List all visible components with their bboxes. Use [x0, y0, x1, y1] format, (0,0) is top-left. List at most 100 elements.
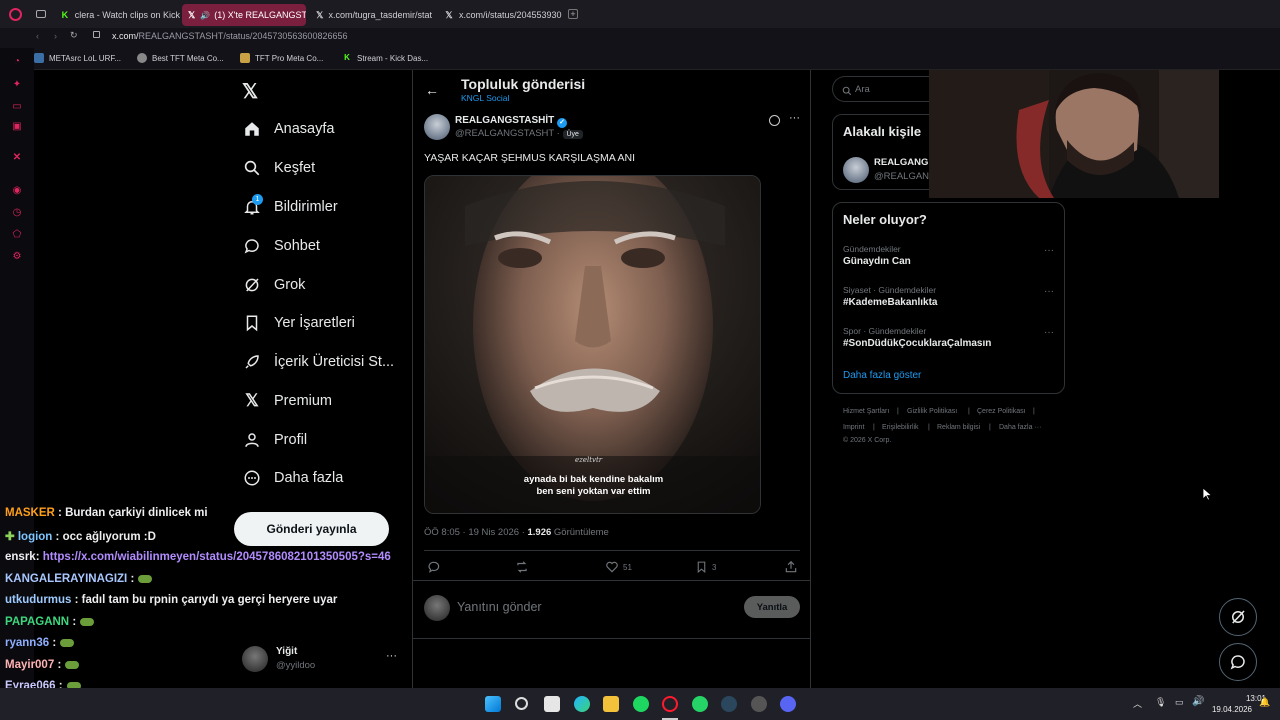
nav-bookmarks[interactable]: Yer İşaretleri [242, 310, 355, 336]
more-icon[interactable]: ··· [386, 650, 397, 662]
bookmark-metasrc[interactable]: METAsrc LoL URF... [34, 53, 121, 63]
x-logo-icon[interactable]: ✕ [11, 152, 23, 164]
x-logo-icon: 𝕏 [316, 10, 324, 20]
like-button[interactable]: 51 [605, 560, 632, 574]
bookmark-tft-meta[interactable]: Best TFT Meta Co... [137, 53, 224, 63]
taskbar: ︿ 🎙 ▭ 🔊 13:01 19.04.2026 🔔 [0, 688, 1280, 720]
search-icon[interactable] [515, 697, 528, 710]
tft-icon [137, 53, 147, 63]
widgets-icon[interactable] [544, 696, 560, 712]
author-avatar[interactable] [424, 114, 450, 140]
bookmark-icon [697, 561, 706, 574]
discord-icon[interactable] [780, 696, 796, 712]
tab-x-2[interactable]: 𝕏x.com/tugra_tasdemir/stat [310, 4, 432, 26]
member-badge: Üye [562, 130, 583, 139]
notification-badge: 1 [252, 194, 263, 205]
chevron-up-icon[interactable]: ︿ [1133, 697, 1142, 710]
nav-creator-studio[interactable]: İçerik Üreticisi St... [242, 349, 394, 375]
chat-message: utkudurmus : fadıl tam bu rpnin çarıydı … [5, 594, 338, 606]
tab-overview-icon[interactable] [36, 10, 46, 18]
settings-icon[interactable]: ⚙ [11, 251, 23, 263]
clock-date[interactable]: 19.04.2026 [1200, 705, 1252, 714]
mic-icon[interactable]: 🎙 [1155, 697, 1166, 708]
network-icon[interactable]: ▭ [1175, 697, 1184, 708]
emote-icon [138, 574, 153, 583]
sidebar-icon-3[interactable]: ▭ [11, 101, 23, 113]
nav-profile[interactable]: Profil [242, 427, 307, 453]
lock-icon [93, 31, 100, 38]
reply-button[interactable]: Yanıtla [744, 596, 800, 618]
forward-icon[interactable]: › [54, 31, 57, 41]
avatar [242, 646, 268, 672]
nav-grok[interactable]: Grok [242, 272, 305, 298]
related-title: Alakalı kişile [843, 124, 922, 139]
url-field[interactable]: x.com/REALGANGSTASHT/status/204573056360… [112, 31, 347, 41]
edge-icon[interactable] [574, 696, 590, 712]
history-icon[interactable]: ◷ [11, 207, 23, 219]
chat-link[interactable]: https://x.com/wiabilinmeyen/status/20457… [43, 551, 391, 563]
tab-kick[interactable]: Kclera - Watch clips on Kick [54, 4, 180, 26]
nav-home[interactable]: Anasayfa [242, 116, 334, 142]
repost-icon[interactable] [515, 560, 529, 579]
reply-input[interactable]: Yanıtını gönder [457, 600, 542, 614]
more-circle-icon [242, 468, 262, 488]
sidebar-icon-6[interactable]: ◉ [11, 185, 23, 197]
new-tab-button[interactable]: + [568, 9, 578, 19]
post-video[interactable]: ezeltvtr aynada bi bak kendine bakalım b… [424, 175, 761, 514]
sidebar-icon-4[interactable]: ▣ [11, 121, 23, 133]
bookmark-icon [242, 313, 262, 333]
windows-start-icon[interactable] [485, 696, 501, 712]
chat-message: KANGALERAYINAGIZI : [5, 573, 153, 585]
nav-premium[interactable]: 𝕏 Premium [242, 388, 332, 414]
reload-icon[interactable]: ↻ [70, 30, 78, 41]
reply-icon[interactable] [427, 560, 441, 579]
messages-floating-button[interactable] [1219, 643, 1257, 681]
nav-more[interactable]: Daha fazla [242, 465, 343, 491]
account-switcher[interactable]: Yiğit @yyildoo ··· [240, 642, 405, 676]
bookmark-button[interactable]: 3 [695, 560, 716, 574]
grok-floating-button[interactable] [1219, 598, 1257, 636]
more-icon[interactable]: ··· [1044, 245, 1054, 256]
grok-icon[interactable] [769, 115, 780, 126]
whatsapp-icon[interactable] [692, 696, 708, 712]
bookmark-kick[interactable]: K Stream - Kick Das... [342, 53, 428, 63]
opera-icon[interactable] [662, 696, 678, 712]
nav-chat[interactable]: Sohbet [242, 233, 320, 259]
nav-notifications[interactable]: 1 Bildirimler [242, 194, 338, 220]
file-explorer-icon[interactable] [603, 696, 619, 712]
search-box[interactable]: Ara [832, 76, 942, 102]
bookmark-tft-pro[interactable]: TFT Pro Meta Co... [240, 53, 323, 63]
emote-icon [65, 660, 80, 669]
chat-icon [1230, 655, 1245, 670]
notification-icon[interactable]: 🔔 [1259, 697, 1270, 708]
app-icon[interactable] [751, 696, 767, 712]
tab-x-active[interactable]: 𝕏 🔊 (1) X'te REALGANGSTA [182, 4, 306, 26]
video-caption-1: aynada bi bak kendine bakalım [523, 474, 664, 485]
share-icon[interactable] [784, 560, 798, 579]
person-icon [242, 430, 262, 450]
related-avatar[interactable] [843, 157, 869, 183]
author-name[interactable]: REALGANGSTASHİT ✓ [455, 115, 568, 128]
grok-icon [242, 275, 262, 295]
community-link[interactable]: KNGL Social [461, 93, 509, 103]
post-button[interactable]: Gönderi yayınla [234, 512, 389, 546]
audio-icon[interactable]: 🔊 [200, 11, 210, 20]
x-logo-icon[interactable]: 𝕏 [242, 79, 258, 104]
sidebar-icon-1[interactable]: ◔ [11, 56, 23, 68]
sidebar-icon-8[interactable]: ⬠ [11, 229, 23, 241]
opera-logo-icon[interactable] [9, 8, 22, 21]
view-count: 1.926 [527, 527, 552, 538]
search-icon [242, 158, 262, 178]
back-icon[interactable]: ‹ [36, 31, 39, 41]
more-icon[interactable]: ··· [789, 112, 800, 124]
back-icon[interactable]: ← [425, 82, 439, 98]
tab-x-3[interactable]: 𝕏x.com/i/status/204553930 [438, 4, 562, 26]
steam-icon[interactable] [721, 696, 737, 712]
nav-explore[interactable]: Keşfet [242, 155, 315, 181]
sidebar-icon-2[interactable]: ✦ [11, 79, 23, 91]
spotify-icon[interactable] [633, 696, 649, 712]
more-icon[interactable]: ··· [1044, 286, 1054, 297]
show-more-link[interactable]: Daha fazla göster [843, 370, 921, 381]
related-name[interactable]: REALGANG [874, 157, 928, 168]
more-icon[interactable]: ··· [1044, 327, 1054, 338]
